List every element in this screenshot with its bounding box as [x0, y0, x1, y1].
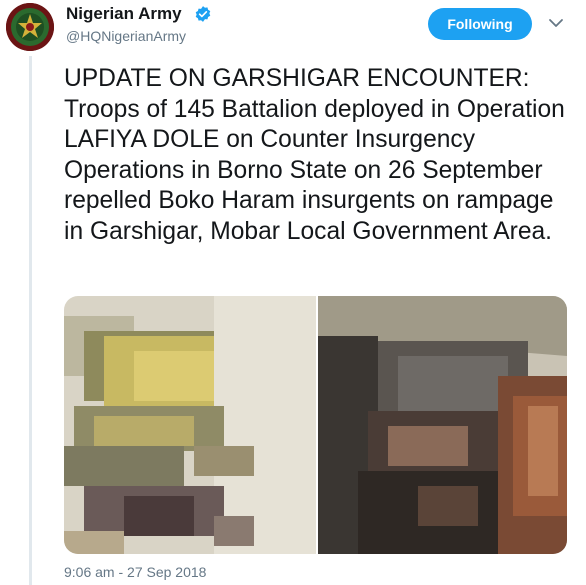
- verified-badge-icon: [195, 6, 211, 22]
- tweet-text: UPDATE ON GARSHIGAR ENCOUNTER: Troops of…: [64, 65, 565, 245]
- avatar[interactable]: [6, 3, 54, 51]
- tweet-photo-2[interactable]: [318, 296, 567, 554]
- photo-image: [318, 296, 567, 554]
- account-name[interactable]: Nigerian Army: [66, 4, 182, 24]
- photo-image: [64, 296, 316, 554]
- following-button[interactable]: Following: [428, 8, 532, 40]
- account-handle[interactable]: @HQNigerianArmy: [66, 28, 186, 44]
- chevron-down-icon[interactable]: [547, 14, 565, 32]
- tweet-photo-1[interactable]: [64, 296, 316, 554]
- tweet-timestamp[interactable]: 9:06 am - 27 Sep 2018: [64, 564, 206, 580]
- army-crest-icon: [6, 3, 54, 51]
- thread-line: [29, 56, 32, 585]
